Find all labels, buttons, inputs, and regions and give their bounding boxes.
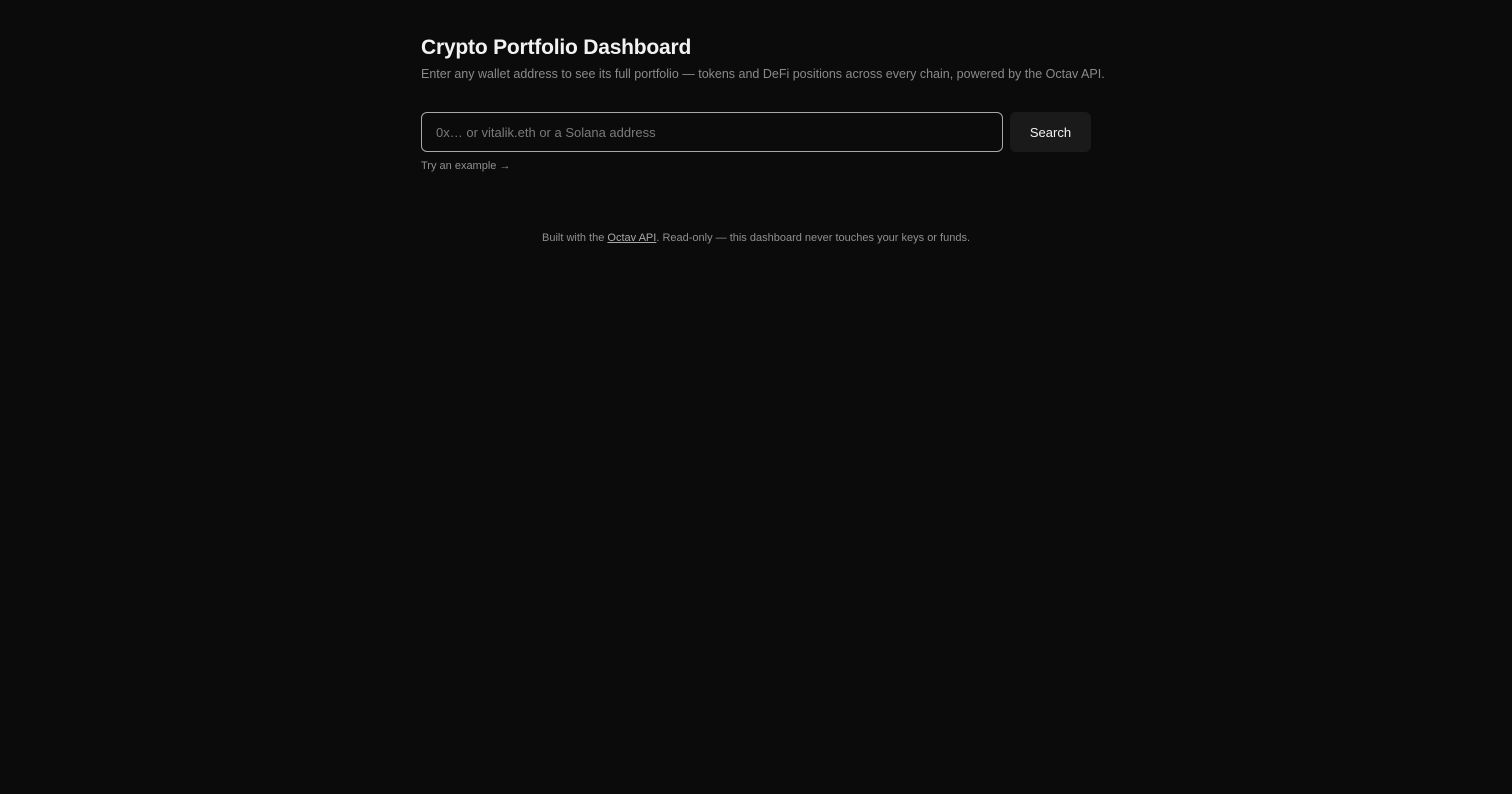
octav-api-link[interactable]: Octav API [607,232,656,244]
wallet-search-input[interactable] [421,112,1003,152]
try-example-link[interactable]: Try an example → [421,160,510,172]
footer-prefix: Built with the [541,232,608,244]
footer-suffix: . Read-only — this dashboard never touch… [656,232,970,244]
page-title: Crypto Portfolio Dashboard [421,36,692,59]
page-subtitle: Enter any wallet address to see its full… [421,67,1105,81]
footer: Built with the Octav API. Read-only — th… [0,232,1512,244]
search-button[interactable]: Search [1010,112,1091,152]
